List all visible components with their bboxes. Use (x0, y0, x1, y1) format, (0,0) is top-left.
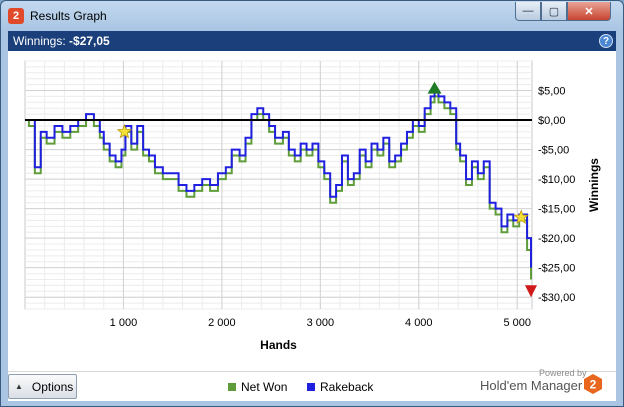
y-tick-label: -$25,00 (538, 263, 575, 275)
legend-rakeback-label: Rakeback (320, 380, 374, 394)
winnings-value: -$27,05 (69, 34, 110, 48)
x-tick-label: 2 000 (208, 317, 236, 329)
results-chart: $5,00 $0,00 -$5,00 -$10,00 -$15,00 -$20,00 -$2… (24, 60, 601, 352)
footer-divider (8, 371, 616, 372)
title-bar[interactable]: 2 Results Graph — ▢ ✕ (1, 1, 623, 31)
winnings-summary: Winnings: -$27,05 (13, 34, 110, 48)
options-label: Options (31, 379, 74, 394)
winnings-header: Winnings: -$27,05 ? (8, 31, 616, 51)
y-tick-label: -$10,00 (538, 174, 575, 186)
winnings-label: Winnings: (13, 34, 66, 48)
options-arrow-icon: ▲ (15, 382, 23, 391)
maximize-button[interactable]: ▢ (541, 2, 567, 21)
legend-net-won-label: Net Won (241, 380, 288, 394)
brand-logo-label: 2 (590, 378, 597, 392)
x-axis-title: Hands (260, 338, 297, 352)
legend-net-won: Net Won (228, 380, 287, 394)
app-logo-icon: 2 (8, 8, 24, 24)
x-tick-label: 4 000 (405, 317, 433, 329)
results-graph-window: 2 Results Graph — ▢ ✕ Winnings: -$27,05 … (0, 0, 624, 407)
x-tick-label: 5 000 (503, 317, 531, 329)
options-button[interactable]: ▲ Options (8, 374, 77, 399)
close-button[interactable]: ✕ (567, 2, 611, 21)
y-tick-label: -$5,00 (538, 145, 569, 157)
y-tick-label: -$15,00 (538, 204, 575, 216)
help-icon[interactable]: ? (599, 34, 613, 48)
y-axis-title: Winnings (587, 158, 601, 212)
y-tick-label: $0,00 (538, 115, 566, 127)
x-tick-label: 1 000 (110, 317, 138, 329)
legend-rakeback: Rakeback (307, 380, 373, 394)
y-tick-label: -$20,00 (538, 233, 575, 245)
window-title: Results Graph (30, 9, 107, 23)
legend-net-won-swatch (228, 383, 236, 391)
powered-by-text: Powered by (539, 368, 587, 378)
legend-rakeback-swatch (307, 383, 315, 391)
graph-panel: $5,00 $0,00 -$5,00 -$10,00 -$15,00 -$20,00 -$2… (8, 51, 616, 401)
x-tick-label: 3 000 (307, 317, 335, 329)
y-tick-label: $5,00 (538, 86, 566, 98)
y-tick-label: -$30,00 (538, 292, 575, 304)
brand-logo-icon: 2 (584, 374, 602, 394)
brand-name: Hold'em Manager (480, 378, 583, 393)
minimize-button[interactable]: — (515, 2, 541, 21)
